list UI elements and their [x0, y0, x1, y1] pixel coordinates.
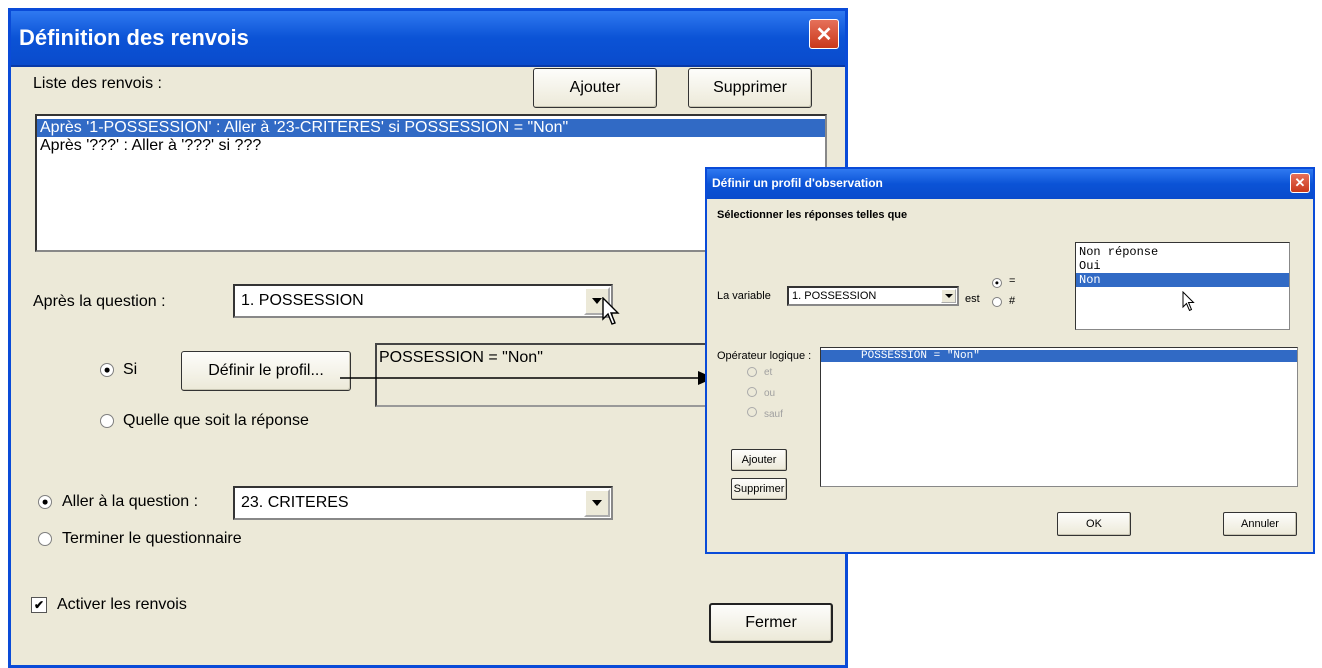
answer-item[interactable]: Non — [1076, 273, 1289, 287]
expression-list[interactable]: POSSESSION = "Non" — [820, 347, 1298, 487]
variable-label: La variable — [717, 290, 771, 302]
est-label: est — [965, 293, 980, 305]
variable-value: 1. POSSESSION — [792, 290, 877, 302]
answers-list[interactable]: Non réponse Oui Non — [1075, 242, 1290, 330]
op-et-radio[interactable] — [747, 367, 757, 377]
profile-delete-button[interactable]: Supprimer — [731, 478, 787, 500]
profile-titlebar[interactable]: Définir un profil d'observation ✕ — [707, 169, 1313, 199]
answer-item[interactable]: Oui — [1076, 259, 1289, 273]
profile-add-label: Ajouter — [741, 454, 777, 466]
profile-subtitle: Sélectionner les réponses telles que — [717, 209, 908, 221]
cancel-button[interactable]: Annuler — [1223, 512, 1297, 536]
close-icon[interactable]: ✕ — [1290, 173, 1310, 193]
op-ou-label: ou — [764, 388, 776, 399]
equals-label: = — [1009, 275, 1016, 287]
not-equals-label: # — [1009, 295, 1016, 307]
answer-item[interactable]: Non réponse — [1076, 245, 1289, 259]
equals-radio[interactable] — [992, 278, 1002, 288]
profile-title: Définir un profil d'observation — [712, 176, 883, 190]
profile-close-glyph: ✕ — [1294, 175, 1306, 190]
profile-dialog: Définir un profil d'observation ✕ Sélect… — [705, 167, 1315, 554]
profile-add-button[interactable]: Ajouter — [731, 449, 787, 471]
logic-operator-label: Opérateur logique : — [717, 350, 812, 362]
cancel-label: Annuler — [1241, 518, 1279, 530]
not-equals-radio[interactable] — [992, 297, 1002, 307]
mouse-pointer-icon — [1182, 291, 1195, 312]
profile-delete-label: Supprimer — [733, 483, 785, 495]
ok-label: OK — [1086, 518, 1102, 530]
op-sauf-label: sauf — [764, 409, 783, 420]
variable-select[interactable]: 1. POSSESSION — [787, 286, 959, 306]
op-sauf-radio[interactable] — [747, 407, 757, 417]
chevron-down-icon[interactable] — [941, 289, 956, 303]
op-ou-radio[interactable] — [747, 387, 757, 397]
op-et-label: et — [764, 367, 773, 378]
expression-text: POSSESSION = "Non" — [861, 350, 980, 362]
ok-button[interactable]: OK — [1057, 512, 1131, 536]
expression-item[interactable]: POSSESSION = "Non" — [821, 350, 1297, 362]
